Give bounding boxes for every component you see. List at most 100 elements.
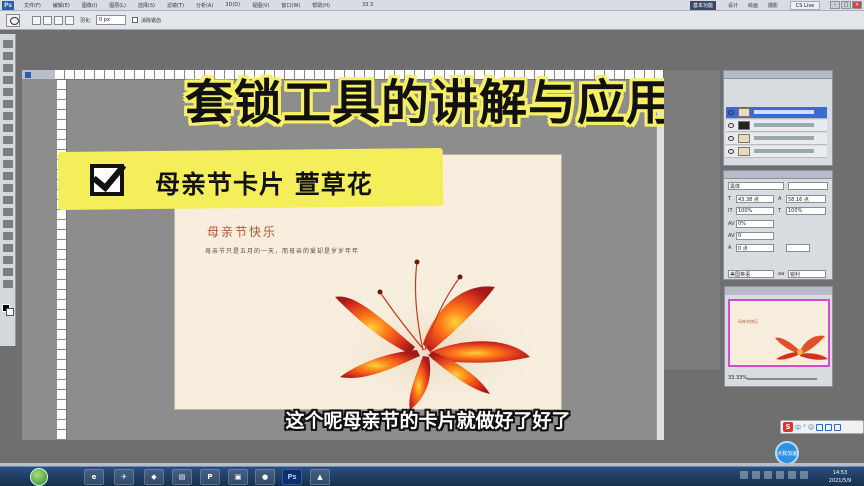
navigator-preview[interactable]: 母亲节快乐	[728, 299, 830, 367]
minimize-icon[interactable]: –	[830, 1, 840, 9]
tray-network-icon[interactable]	[740, 471, 748, 479]
baseline-input[interactable]: 0 点	[736, 244, 774, 252]
workspace-essentials-button[interactable]: 基本功能	[690, 1, 717, 10]
vertical-ruler[interactable]	[57, 80, 67, 440]
antialias-select[interactable]: 锐利	[788, 270, 826, 278]
ime-emoji-icon[interactable]: ☺	[808, 424, 814, 431]
menu-image[interactable]: 图像(I)	[76, 2, 103, 9]
layer-row-text[interactable]	[726, 107, 827, 119]
menu-window[interactable]: 窗口(W)	[275, 2, 306, 9]
menu-help[interactable]: 帮助(H)	[306, 2, 336, 9]
workspace-painting[interactable]: 绘画	[748, 2, 758, 9]
gradient-tool-icon[interactable]	[3, 172, 13, 180]
shape-tool-icon[interactable]	[3, 244, 13, 252]
eye-icon[interactable]	[728, 123, 734, 128]
clone-stamp-tool-icon[interactable]	[3, 136, 13, 144]
menu-view[interactable]: 视图(V)	[246, 2, 275, 9]
menu-edit[interactable]: 编辑(E)	[47, 2, 76, 9]
crop-tool-icon[interactable]	[3, 88, 13, 96]
leading-input[interactable]: 58.16 点	[786, 195, 826, 203]
taskbar-folder-icon[interactable]: ▤	[172, 469, 192, 485]
taskbar-app2-icon[interactable]: P	[200, 469, 220, 485]
layer-row-background[interactable]	[726, 146, 827, 158]
tracking-input[interactable]: 0%	[736, 220, 774, 228]
font-family-select[interactable]: 黑体	[728, 182, 784, 190]
add-selection-icon[interactable]	[43, 16, 52, 25]
zoom-dropdown[interactable]: 33.3	[362, 2, 373, 8]
language-select[interactable]: 美国英语	[728, 270, 774, 278]
layers-panel-header[interactable]	[724, 71, 832, 79]
navigator-header[interactable]	[725, 287, 832, 295]
dodge-tool-icon[interactable]	[3, 196, 13, 204]
speed-boost-button[interactable]: 点我加速	[775, 441, 799, 465]
taskbar-wechat-icon[interactable]: ●	[255, 469, 275, 485]
type-tool-icon[interactable]	[3, 220, 13, 228]
tray-volume-icon[interactable]	[752, 471, 760, 479]
taskbar-photoshop-icon[interactable]: Ps	[282, 469, 302, 485]
ime-voice-icon[interactable]	[816, 423, 824, 431]
new-selection-icon[interactable]	[32, 16, 41, 25]
vertical-scrollbar[interactable]	[656, 80, 664, 440]
taskbar-app3-icon[interactable]: ▣	[228, 469, 248, 485]
taskbar-app4-icon[interactable]: ▲	[310, 469, 330, 485]
workspace-photography[interactable]: 摄影	[768, 2, 778, 9]
taskbar-clock[interactable]: 14:53 2021/5/9	[818, 469, 862, 485]
eyedropper-tool-icon[interactable]	[3, 100, 13, 108]
text-color-swatch[interactable]	[786, 244, 810, 252]
eye-icon[interactable]	[728, 110, 734, 115]
tray-flag-icon[interactable]	[764, 471, 772, 479]
menu-analysis[interactable]: 分析(A)	[190, 2, 219, 9]
lasso-tool-icon[interactable]	[3, 64, 13, 72]
close-icon[interactable]: ×	[852, 1, 862, 9]
taskbar-app-icon[interactable]: ◆	[144, 469, 164, 485]
ime-punctuation-icon[interactable]: °	[803, 424, 806, 431]
ime-skin-icon[interactable]	[834, 423, 842, 431]
layer-row-mask[interactable]	[726, 120, 827, 132]
move-tool-icon[interactable]	[3, 40, 13, 48]
marquee-tool-icon[interactable]	[3, 52, 13, 60]
vertical-scale-input[interactable]: 100%	[736, 207, 774, 215]
eraser-tool-icon[interactable]	[3, 160, 13, 168]
feather-input[interactable]: 0 px	[96, 15, 126, 25]
ime-keyboard-icon[interactable]	[825, 423, 833, 431]
menu-select[interactable]: 选择(S)	[132, 2, 161, 9]
healing-brush-tool-icon[interactable]	[3, 112, 13, 120]
menu-3d[interactable]: 3D(D)	[219, 2, 246, 8]
blur-tool-icon[interactable]	[3, 184, 13, 192]
navigator-zoom-slider[interactable]	[747, 378, 817, 380]
character-panel-header[interactable]	[724, 171, 832, 179]
pen-tool-icon[interactable]	[3, 208, 13, 216]
menu-file[interactable]: 文件(F)	[18, 2, 47, 9]
subtract-selection-icon[interactable]	[54, 16, 63, 25]
kerning-input[interactable]: 0	[736, 232, 774, 240]
sogou-ime-icon[interactable]: S	[783, 422, 793, 432]
3d-rotate-tool-icon[interactable]	[3, 256, 13, 264]
menu-layer[interactable]: 图层(L)	[103, 2, 132, 9]
tray-ime-icon[interactable]	[776, 471, 784, 479]
taskbar-feather-icon[interactable]: ✈	[114, 469, 134, 485]
history-brush-tool-icon[interactable]	[3, 148, 13, 156]
horizontal-scale-input[interactable]: 100%	[786, 207, 826, 215]
antialias-checkbox[interactable]	[132, 17, 138, 23]
menu-filter[interactable]: 滤镜(T)	[161, 2, 190, 9]
path-selection-tool-icon[interactable]	[3, 232, 13, 240]
eye-icon[interactable]	[728, 136, 734, 141]
font-style-select[interactable]	[788, 182, 828, 190]
navigator-zoom-value[interactable]: 33.33%	[728, 375, 747, 381]
start-button-icon[interactable]	[30, 468, 48, 486]
hand-tool-icon[interactable]	[3, 268, 13, 276]
maximize-icon[interactable]: □	[841, 1, 851, 9]
quick-select-tool-icon[interactable]	[3, 76, 13, 84]
tray-power-icon[interactable]	[800, 471, 808, 479]
cs-live-button[interactable]: CS Live	[790, 1, 820, 10]
background-color-swatch[interactable]	[6, 308, 14, 316]
ime-mode-chinese[interactable]: 中	[795, 423, 801, 432]
lasso-tool-preset-icon[interactable]	[6, 14, 20, 27]
eye-icon[interactable]	[728, 149, 734, 154]
workspace-design[interactable]: 设计	[728, 2, 738, 9]
brush-tool-icon[interactable]	[3, 124, 13, 132]
intersect-selection-icon[interactable]	[65, 16, 74, 25]
font-size-input[interactable]: 43.38 点	[736, 195, 774, 203]
layer-row-flower[interactable]	[726, 133, 827, 145]
zoom-tool-icon[interactable]	[3, 280, 13, 288]
